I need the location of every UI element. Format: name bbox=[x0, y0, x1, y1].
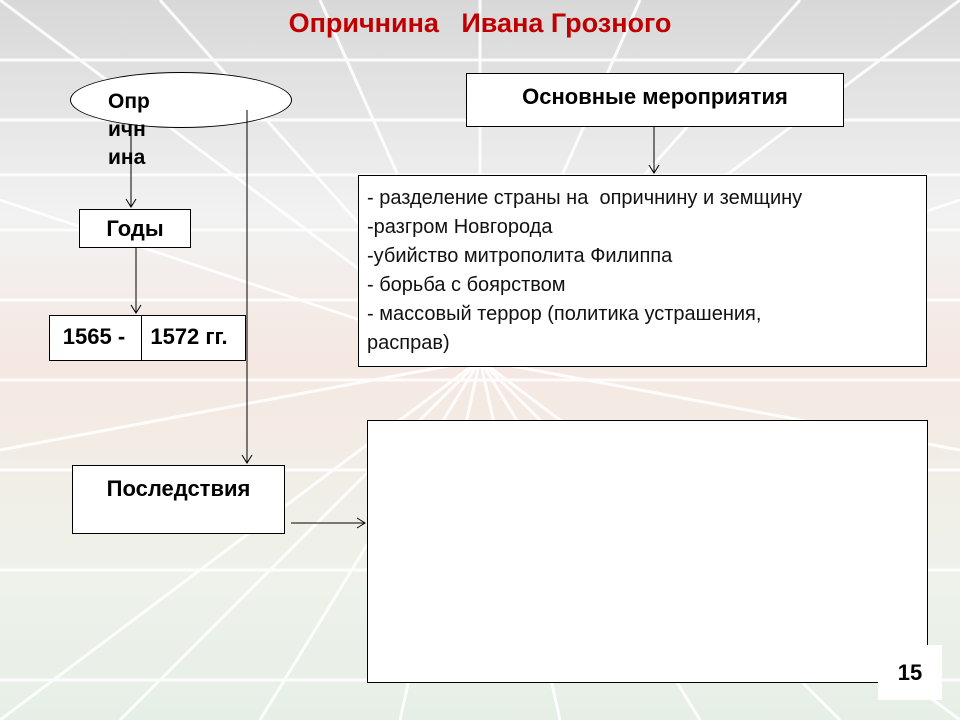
events-list: - разделение страны на опричнину и земщи… bbox=[358, 175, 927, 367]
oprichnina-ellipse bbox=[70, 72, 292, 128]
list-item: - борьба с боярством bbox=[367, 274, 566, 296]
list-item: расправ) bbox=[367, 332, 450, 354]
consequences-box: Последствия bbox=[72, 465, 285, 534]
dates-divider bbox=[141, 315, 142, 361]
year-end: 1572 гг. bbox=[150, 324, 228, 349]
main-events-box: Основные мероприятия bbox=[466, 73, 844, 127]
list-item: - массовый террор (политика устрашения, bbox=[367, 303, 762, 325]
list-item: -убийство митрополита Филиппа bbox=[367, 245, 673, 267]
slide-title: Опричнина Ивана Грозного bbox=[288, 8, 672, 38]
oprichnina-label: Опричнина bbox=[108, 90, 150, 169]
slide-number: 15 bbox=[878, 645, 942, 700]
years-box: Годы bbox=[79, 209, 191, 248]
list-item: -разгром Новгорода bbox=[367, 216, 553, 238]
consequences-area bbox=[367, 420, 928, 683]
year-start: 1565 - bbox=[62, 324, 126, 349]
list-item: - разделение страны на опричнину и земщи… bbox=[367, 187, 803, 209]
